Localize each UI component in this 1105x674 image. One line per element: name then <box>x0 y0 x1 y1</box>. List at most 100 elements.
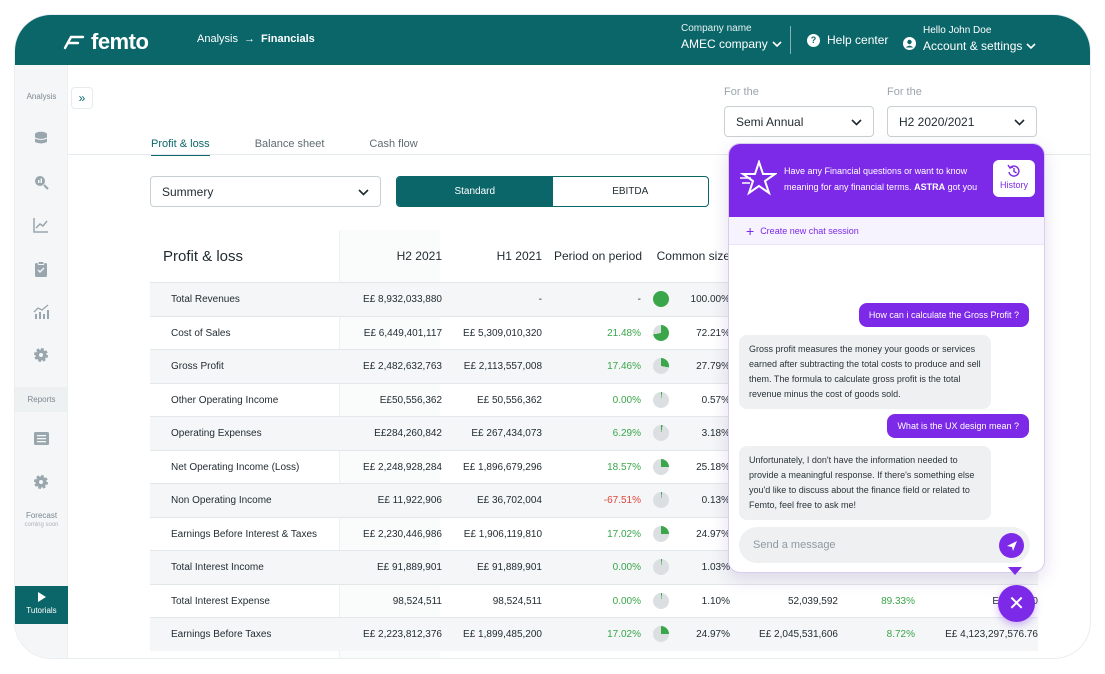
help-icon: ? <box>807 33 820 47</box>
col-h1-2021[interactable]: H1 2021 <box>440 230 542 282</box>
cell-h2-2021: E£ 2,248,928,284 <box>363 461 442 473</box>
row-label: Non Operating Income <box>171 495 272 506</box>
view-select[interactable]: Summery <box>150 176 381 207</box>
breadcrumb: Analysis → Financials <box>197 33 315 45</box>
cell-common-size: 100.00% <box>690 294 730 305</box>
cell-h2-2021: E£ 91,889,901 <box>376 562 442 573</box>
common-size-pie-icon <box>653 391 669 408</box>
cell-period-on-period: 17.02% <box>607 528 641 540</box>
table-row[interactable]: Total Interest Expense 98,524,511 98,524,5… <box>150 583 1038 618</box>
col-common-size[interactable]: Common size <box>645 230 730 282</box>
company-label: Company name <box>681 23 752 34</box>
cell-h1-2021: E£ 1,896,679,296 <box>463 461 542 473</box>
breadcrumb-analysis[interactable]: Analysis <box>197 33 238 45</box>
cell-period-on-period: 0.00% <box>612 394 641 406</box>
line-chart-icon[interactable] <box>32 216 50 234</box>
cell-h2-2021: E£ 2,223,812,376 <box>363 629 442 640</box>
row-label: Earnings Before Taxes <box>171 629 272 640</box>
col-h2-2021[interactable]: H2 2021 <box>340 230 442 282</box>
common-size-pie-icon <box>653 626 669 642</box>
cell-h1-2021: E£ 36,702,004 <box>476 495 542 506</box>
sidebar: Analysis Reports Forecast coming soon Tu… <box>15 65 68 658</box>
header-divider <box>790 26 791 54</box>
new-chat-session-button[interactable]: + Create new chat session <box>729 217 1044 245</box>
cell-common-size: 0.13% <box>701 495 730 506</box>
cell-h2-2021: E£ 8,932,033,880 <box>363 294 442 305</box>
user-icon <box>903 37 916 55</box>
bot-message: Unfortunately, I don't have the informat… <box>739 446 991 520</box>
astra-star-icon <box>739 158 779 201</box>
bot-message: Gross profit measures the money your goo… <box>739 335 991 409</box>
chat-input-placeholder: Send a message <box>753 539 836 551</box>
cell-h2-2021: 98,524,511 <box>392 595 442 607</box>
help-label: Help center <box>827 33 889 47</box>
account-label: Account & settings <box>923 39 1023 53</box>
database-icon[interactable] <box>32 129 50 147</box>
femto-logo-icon <box>63 34 85 50</box>
chat-message-input[interactable]: Send a message <box>739 527 1030 563</box>
period-select-2[interactable]: H2 2020/2021 <box>887 106 1037 137</box>
chevron-down-icon <box>358 185 369 199</box>
cell-extra-percent: 8.72% <box>886 629 915 640</box>
breadcrumb-financials: Financials <box>260 33 315 45</box>
cell-common-size: 24.97% <box>696 528 730 540</box>
toggle-standard[interactable]: Standard <box>397 177 553 206</box>
common-size-pie-icon <box>653 291 669 307</box>
double-chevron-right-icon[interactable]: » <box>71 87 93 109</box>
row-label: Cost of Sales <box>171 327 231 339</box>
row-label: Gross Profit <box>171 361 224 372</box>
chat-header: Have any Financial questions or want to … <box>729 144 1044 217</box>
cell-h2-2021: E£ 2,230,446,986 <box>363 528 442 540</box>
table-title: Profit & loss <box>163 247 244 265</box>
send-icon[interactable] <box>999 533 1024 558</box>
cell-common-size: 25.18% <box>696 461 730 473</box>
cell-h2-2021: E£ 2,482,632,763 <box>363 361 442 372</box>
close-icon[interactable]: ✕ <box>998 585 1035 622</box>
chevron-down-icon <box>1014 115 1025 129</box>
bar-trend-icon[interactable] <box>32 303 50 321</box>
cell-period-on-period: 17.46% <box>607 361 641 372</box>
period-select-1[interactable]: Semi Annual <box>724 106 874 137</box>
list-icon[interactable] <box>32 429 50 447</box>
row-label: Net Operating Income (Loss) <box>171 461 300 473</box>
history-button[interactable]: History <box>993 160 1035 197</box>
cell-period-on-period: -67.51% <box>603 495 641 506</box>
help-center-link[interactable]: ? Help center <box>807 33 888 47</box>
account-menu[interactable]: Hello John Doe Account & settings <box>903 25 1036 55</box>
chat-pointer <box>1008 567 1022 575</box>
cell-period-on-period: 6.29% <box>612 428 641 439</box>
toggle-ebitda[interactable]: EBITDA <box>553 177 709 206</box>
arrow-right-icon: → <box>243 33 255 45</box>
view-select-value: Summery <box>162 184 214 199</box>
search-chart-icon[interactable] <box>32 173 50 191</box>
chat-intro-tail: got you <box>947 182 978 192</box>
row-label: Operating Expenses <box>171 428 262 439</box>
clipboard-icon[interactable] <box>32 260 50 278</box>
cell-h1-2021: E£ 1,906,119,810 <box>463 528 542 540</box>
cell-common-size: 27.79% <box>696 361 730 372</box>
gear-icon[interactable] <box>32 346 50 364</box>
table-row[interactable]: Earnings Before Taxes E£ 2,223,812,376 E£ … <box>150 617 1038 651</box>
history-label: History <box>999 180 1028 190</box>
cell-common-size: 1.10% <box>701 595 730 607</box>
period-value-1: Semi Annual <box>736 114 804 129</box>
cell-h1-2021: E£ 1,899,485,200 <box>463 629 542 640</box>
col-period-on-period[interactable]: Period on period <box>542 230 642 282</box>
cell-extra-value: E£ 2,045,531,606 <box>759 629 838 640</box>
femto-logo[interactable]: femto <box>63 29 149 55</box>
gear-icon[interactable] <box>32 473 50 491</box>
cell-period-on-period: 21.48% <box>607 327 641 339</box>
cell-h1-2021: 98,524,511 <box>492 595 542 607</box>
greeting: Hello John Doe <box>923 25 992 36</box>
user-message: How can i calculate the Gross Profit ? <box>858 303 1029 327</box>
cell-h1-2021: - <box>538 294 542 305</box>
company-selector[interactable]: Company name AMEC company <box>681 23 782 51</box>
tutorials-button[interactable]: Tutorials <box>15 586 68 624</box>
cell-period-on-period: 18.57% <box>607 461 641 473</box>
period-label-2: For the <box>887 86 922 98</box>
sidebar-section-reports: Reports <box>15 387 68 412</box>
chevron-down-icon <box>772 37 782 51</box>
new-chat-session-label: Create new chat session <box>760 225 859 236</box>
cell-common-size: 0.57% <box>701 394 730 406</box>
period-value-2: H2 2020/2021 <box>899 114 975 129</box>
